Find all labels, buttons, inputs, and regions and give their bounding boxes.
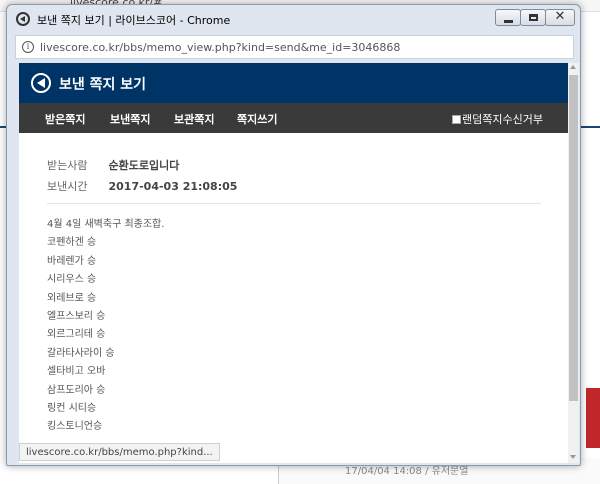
recipient-label: 받는사람 bbox=[47, 159, 88, 172]
nav-saved-memos[interactable]: 보관쪽지 bbox=[174, 111, 214, 127]
message-line: 시리우스 승 bbox=[47, 274, 97, 286]
popup-window: 보낸 쪽지 보기 | 라이브스코어 - Chrome ✕ i livescore… bbox=[6, 4, 581, 466]
random-memo-reject-checkbox[interactable] bbox=[452, 115, 461, 124]
page-content: 보낸 쪽지 보기 받은쪽지 보낸쪽지 보관쪽지 쪽지쓰기 랜덤쪽지수신거부 받는… bbox=[19, 63, 579, 463]
status-url: livescore.co.kr/bbs/memo.php?kind... bbox=[26, 447, 213, 458]
window-titlebar[interactable]: 보낸 쪽지 보기 | 라이브스코어 - Chrome ✕ bbox=[7, 5, 580, 33]
minimize-button[interactable] bbox=[495, 9, 521, 26]
scroll-down-icon[interactable] bbox=[570, 455, 576, 459]
nav-write-memo[interactable]: 쪽지쓰기 bbox=[237, 111, 277, 127]
nav-received-memos[interactable]: 받은쪽지 bbox=[45, 111, 85, 127]
message-body: 4월 4일 새벽축구 최종조합. 코펜하겐 승 바레렌가 승 시리우스 승 외레… bbox=[47, 215, 164, 436]
vertical-scrollbar[interactable] bbox=[568, 63, 579, 463]
scroll-thumb[interactable] bbox=[569, 75, 578, 401]
sent-time-row: 보낸시간 2017-04-03 21:08:05 bbox=[47, 178, 237, 194]
close-icon: ✕ bbox=[554, 9, 566, 24]
close-button[interactable]: ✕ bbox=[545, 9, 575, 26]
message-line: 엘프스보리 승 bbox=[47, 310, 106, 322]
window-title: 보낸 쪽지 보기 | 라이브스코어 - Chrome bbox=[37, 14, 231, 27]
nav-sent-memos[interactable]: 보낸쪽지 bbox=[110, 111, 150, 127]
scroll-up-icon[interactable] bbox=[570, 65, 576, 69]
maximize-button[interactable] bbox=[520, 9, 546, 26]
info-icon[interactable]: i bbox=[22, 41, 34, 53]
window-app-icon bbox=[16, 12, 30, 26]
url-bar[interactable]: i livescore.co.kr/bbs/memo_view.php?kind… bbox=[15, 35, 574, 59]
back-icon[interactable] bbox=[31, 73, 51, 93]
message-line: 외르그리테 승 bbox=[47, 329, 106, 341]
status-bar: livescore.co.kr/bbs/memo.php?kind... bbox=[19, 443, 220, 461]
memo-header: 보낸 쪽지 보기 bbox=[19, 63, 568, 103]
message-line: 킹스토니언승 bbox=[47, 421, 103, 433]
sent-time-value: 2017-04-03 21:08:05 bbox=[108, 180, 238, 193]
message-line: 갈라타사라이 승 bbox=[47, 347, 115, 359]
message-line: 링컨 시티승 bbox=[47, 402, 97, 414]
url-text[interactable]: livescore.co.kr/bbs/memo_view.php?kind=s… bbox=[40, 41, 400, 54]
memo-nav: 받은쪽지 보낸쪽지 보관쪽지 쪽지쓰기 랜덤쪽지수신거부 bbox=[19, 103, 568, 133]
random-memo-reject-option[interactable]: 랜덤쪽지수신거부 bbox=[452, 111, 543, 127]
message-line: 외레브로 승 bbox=[47, 292, 97, 304]
message-line: 바레렌가 승 bbox=[47, 255, 97, 267]
background-ad-banner bbox=[586, 388, 600, 448]
random-memo-reject-label: 랜덤쪽지수신거부 bbox=[462, 113, 543, 126]
recipient-row: 받는사람 순환도로입니다 bbox=[47, 157, 179, 173]
message-line: 코펜하겐 승 bbox=[47, 237, 97, 249]
minimize-icon bbox=[504, 20, 513, 23]
sent-time-label: 보낸시간 bbox=[47, 180, 88, 193]
page-title: 보낸 쪽지 보기 bbox=[59, 77, 147, 93]
message-line: 4월 4일 새벽축구 최종조합. bbox=[47, 219, 165, 230]
recipient-value: 순환도로입니다 bbox=[108, 159, 180, 172]
message-line: 셀타비고 오바 bbox=[47, 366, 106, 378]
content-divider bbox=[47, 203, 541, 204]
message-line: 삼프도리아 승 bbox=[47, 384, 106, 396]
maximize-icon bbox=[529, 14, 538, 21]
